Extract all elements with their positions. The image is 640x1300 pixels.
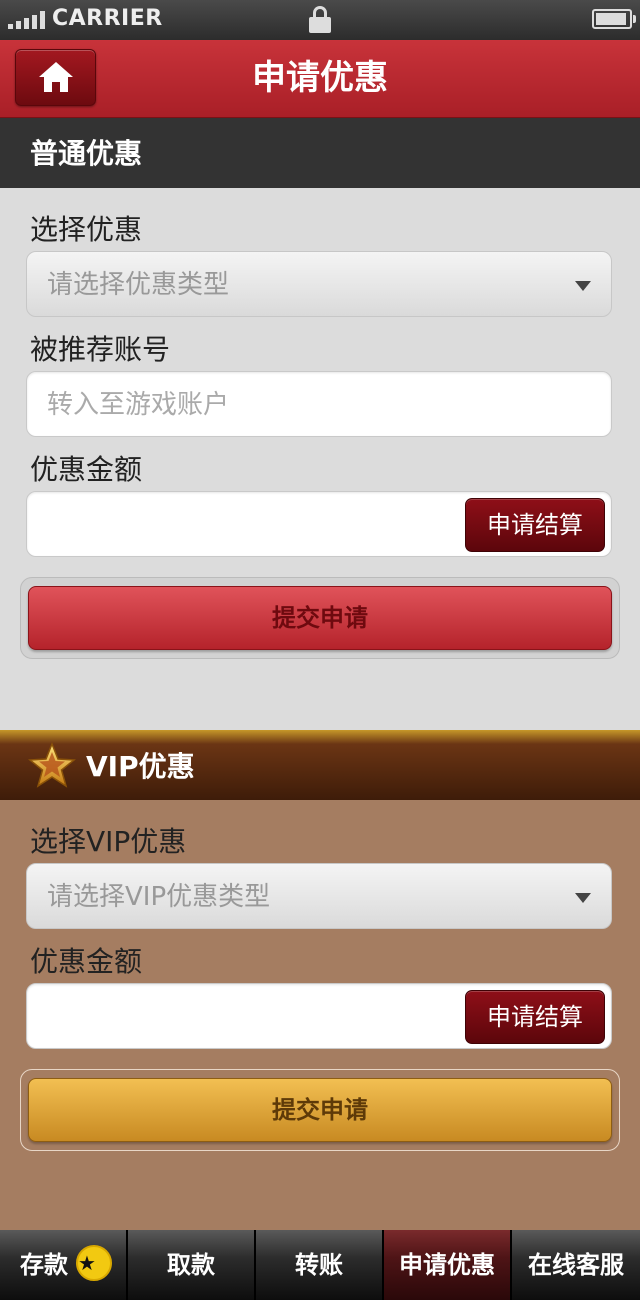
referral-label: 被推荐账号 [30,333,171,366]
lock-icon [309,6,331,33]
bottom-tab-bar: 存款 ★ 取款 转账 申请优惠 在线客服 [0,1230,640,1300]
app-header: 申请优惠 [0,40,640,118]
vip-submit-application-button[interactable]: 提交申请 [28,1078,612,1142]
carrier-name: CARRIER [52,6,163,31]
promo-type-select[interactable]: 请选择优惠类型 [26,251,612,317]
tab-apply-promo-label: 申请优惠 [399,1251,495,1279]
home-button[interactable] [15,49,96,106]
amount-label: 优惠金额 [30,453,143,486]
star-badge-icon: ★ [76,1245,112,1281]
battery-icon [592,9,636,29]
tab-online-service[interactable]: 在线客服 [512,1230,640,1300]
dropdown-caret-icon [575,281,591,291]
vip-promo-type-value: 请选择VIP优惠类型 [47,882,271,912]
vip-amount-label: 优惠金额 [30,945,143,978]
apply-settlement-button[interactable]: 申请结算 [465,498,605,552]
tab-online-service-label: 在线客服 [528,1251,624,1279]
tab-transfer-label: 转账 [295,1251,343,1279]
star-icon [28,742,76,788]
tab-deposit[interactable]: 存款 ★ [0,1230,128,1300]
normal-promo-form: 选择优惠 请选择优惠类型 被推荐账号 转入至游戏账户 优惠金额 申请结算 提交申… [0,188,640,730]
vip-select-label: 选择VIP优惠 [30,825,187,858]
submit-wrapper: 提交申请 [20,577,620,659]
referral-account-input[interactable]: 转入至游戏账户 [26,371,612,437]
tab-deposit-label: 存款 [20,1251,68,1279]
dropdown-caret-icon [575,893,591,903]
vip-submit-wrapper: 提交申请 [20,1069,620,1151]
tab-withdraw[interactable]: 取款 [128,1230,256,1300]
signal-bars-icon [8,11,48,29]
status-bar: CARRIER [0,0,640,40]
promo-select-label: 选择优惠 [30,213,143,246]
page-title: 申请优惠 [252,58,388,98]
vip-apply-settlement-button[interactable]: 申请结算 [465,990,605,1044]
tab-transfer[interactable]: 转账 [256,1230,384,1300]
amount-input[interactable]: 申请结算 [26,491,612,557]
promo-type-value: 请选择优惠类型 [47,270,230,300]
vip-promo-form: 选择VIP优惠 请选择VIP优惠类型 优惠金额 申请结算 提交申请 [0,800,640,1230]
referral-placeholder: 转入至游戏账户 [47,390,230,420]
vip-promo-header: VIP优惠 [0,730,640,800]
home-icon [39,62,73,92]
normal-promo-title: 普通优惠 [30,137,143,170]
tab-apply-promo[interactable]: 申请优惠 [384,1230,512,1300]
submit-application-button[interactable]: 提交申请 [28,586,612,650]
vip-amount-input[interactable]: 申请结算 [26,983,612,1049]
normal-promo-header: 普通优惠 [0,118,640,188]
vip-promo-title: VIP优惠 [86,750,195,783]
vip-promo-type-select[interactable]: 请选择VIP优惠类型 [26,863,612,929]
tab-withdraw-label: 取款 [167,1251,215,1279]
